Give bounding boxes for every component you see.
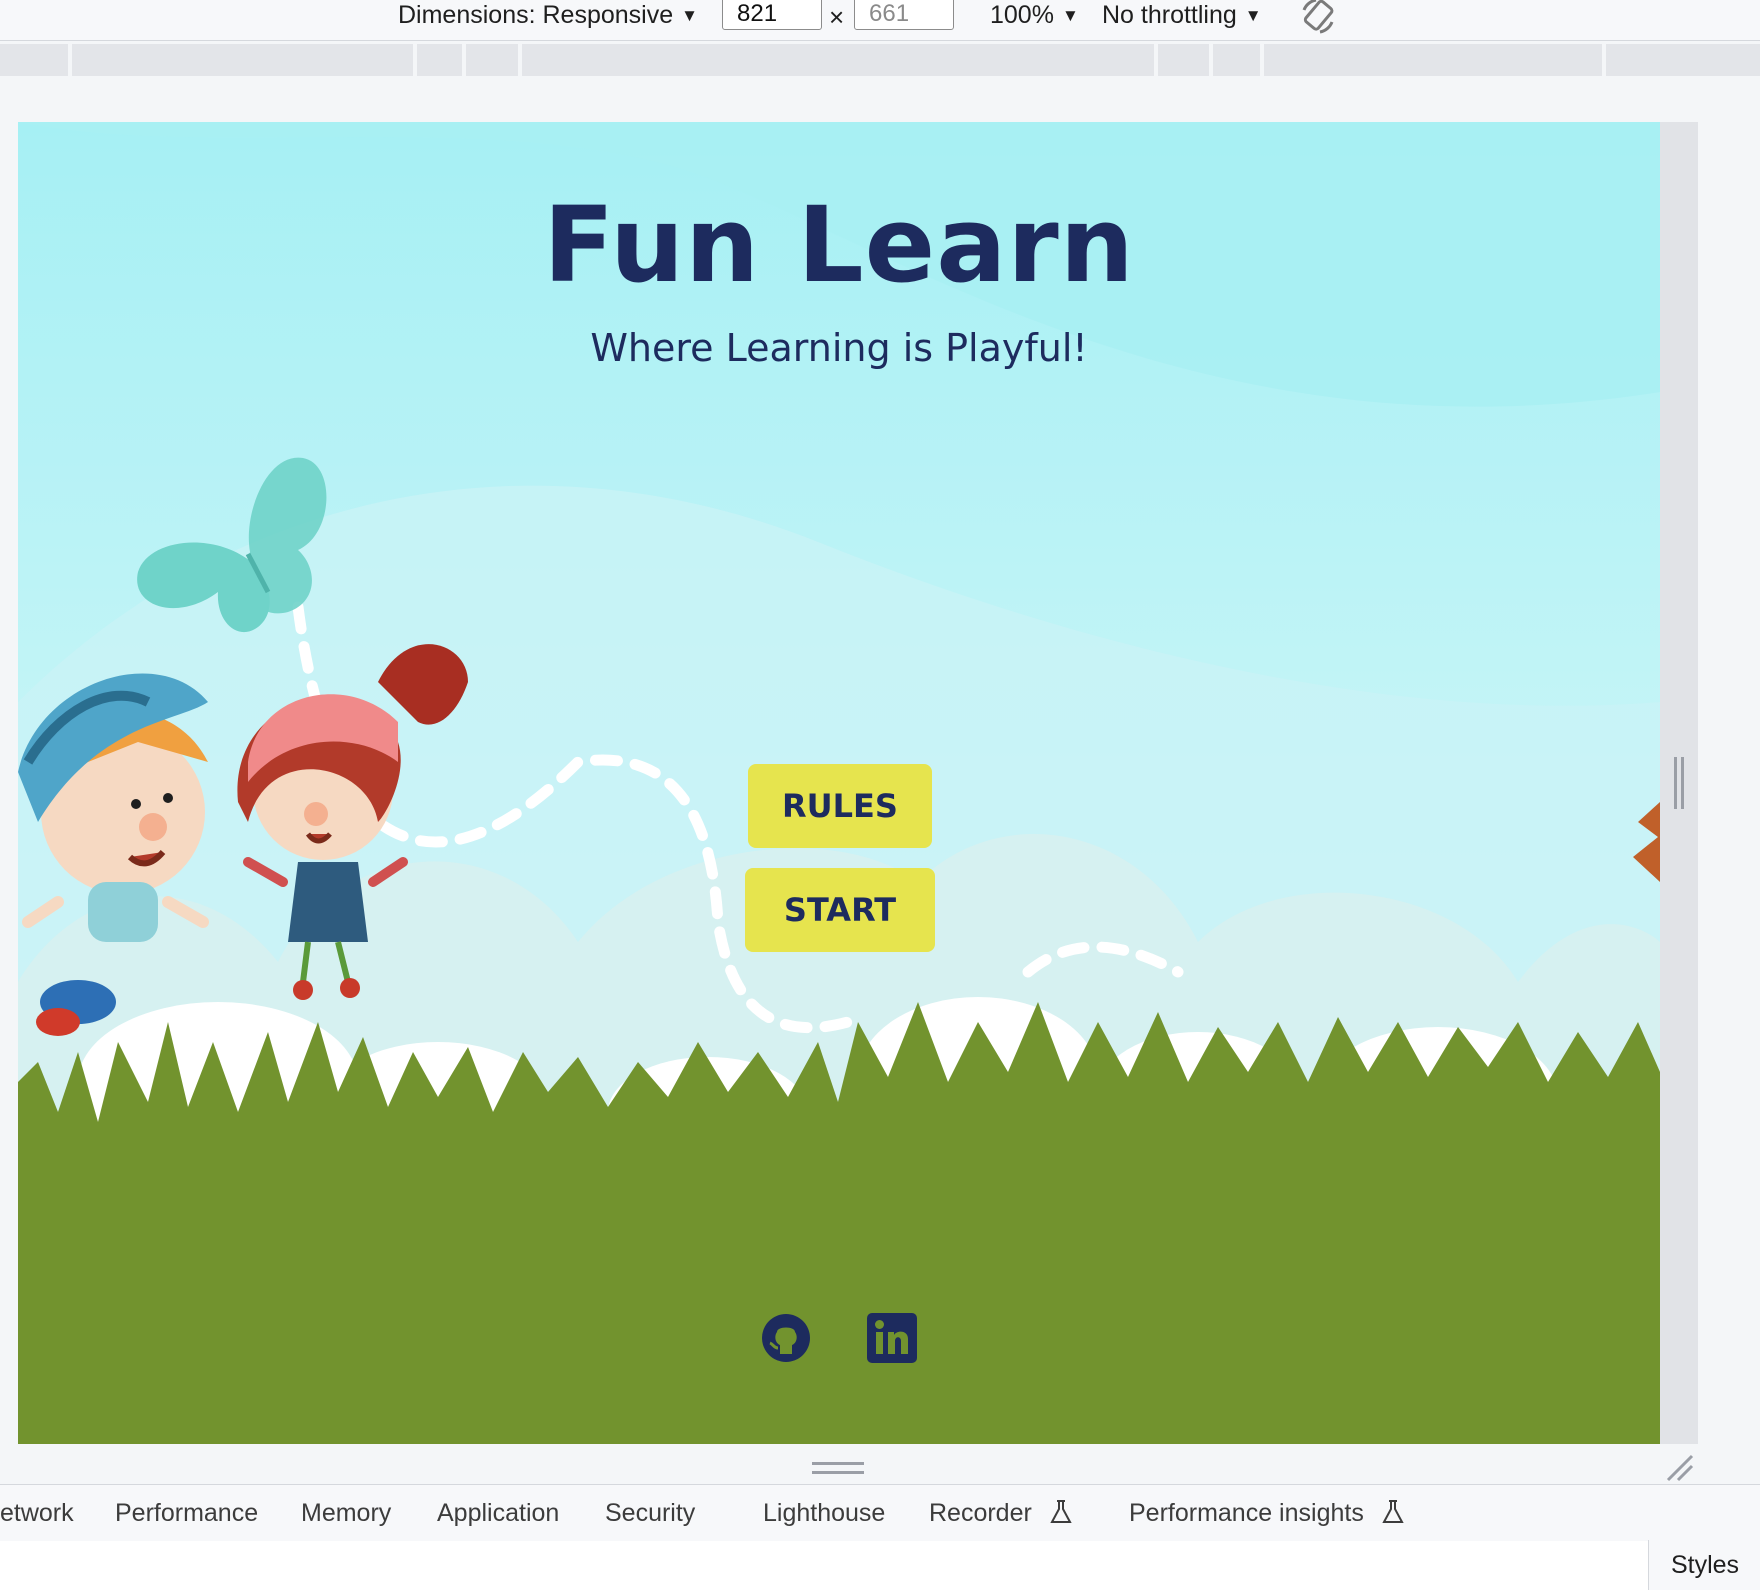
devtools-panel-content: [0, 1541, 1648, 1590]
throttling-dropdown[interactable]: No throttling ▼: [1102, 0, 1262, 36]
rules-button[interactable]: RULES: [748, 764, 932, 848]
tab-performance-insights-label: Performance insights: [1129, 1499, 1364, 1527]
times-symbol: ×: [829, 2, 845, 32]
caret-down-icon: ▼: [681, 6, 698, 25]
tab-performance-insights[interactable]: Performance insights: [1129, 1485, 1405, 1541]
width-input[interactable]: 821: [722, 0, 822, 30]
caret-down-icon: ▼: [1061, 6, 1079, 25]
zoom-label: 100%: [990, 1, 1054, 29]
page-subtitle: Where Learning is Playful!: [590, 326, 1088, 370]
tab-performance[interactable]: Performance: [115, 1485, 258, 1541]
throttling-label: No throttling: [1102, 1, 1237, 29]
dimensions-dropdown[interactable]: Dimensions: Responsive ▼: [398, 0, 698, 36]
tab-recorder[interactable]: Recorder: [929, 1485, 1073, 1541]
tab-lighthouse[interactable]: Lighthouse: [763, 1485, 885, 1541]
devtools-tab-bar: etwork Performance Memory Application Se…: [0, 1484, 1760, 1542]
linkedin-icon[interactable]: [866, 1312, 918, 1364]
tab-styles[interactable]: Styles: [1648, 1540, 1760, 1590]
caret-down-icon: ▼: [1244, 6, 1262, 25]
media-query-ruler: [0, 44, 1760, 76]
tab-security[interactable]: Security: [605, 1485, 695, 1541]
github-icon[interactable]: [760, 1312, 812, 1364]
zoom-dropdown[interactable]: 100% ▼: [990, 0, 1079, 36]
start-button[interactable]: START: [745, 868, 935, 952]
tab-recorder-label: Recorder: [929, 1499, 1032, 1527]
resize-grip-icon: [1674, 757, 1684, 809]
tab-network[interactable]: etwork: [0, 1485, 74, 1541]
tab-memory[interactable]: Memory: [301, 1485, 391, 1541]
experiment-flask-icon: [1382, 1500, 1404, 1523]
resize-corner-icon[interactable]: [1664, 1452, 1694, 1482]
viewport-resize-handle-bottom[interactable]: [812, 1462, 864, 1474]
tab-application[interactable]: Application: [437, 1485, 559, 1541]
rotate-icon[interactable]: [1298, 0, 1338, 36]
viewport-resize-handle-right[interactable]: [1660, 122, 1698, 1444]
page-title: Fun Learn: [543, 184, 1135, 306]
emulated-viewport: Fun Learn Where Learning is Playful! RUL…: [18, 122, 1660, 1444]
experiment-flask-icon: [1050, 1500, 1072, 1523]
device-toolbar: Dimensions: Responsive ▼ 821 × 661 100% ▼ …: [0, 0, 1760, 41]
height-input[interactable]: 661: [854, 0, 954, 30]
dimensions-label: Dimensions: Responsive: [398, 1, 674, 29]
